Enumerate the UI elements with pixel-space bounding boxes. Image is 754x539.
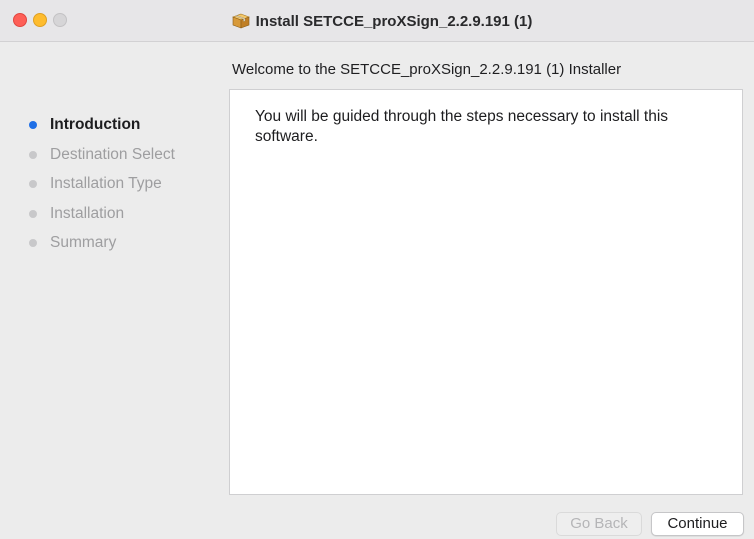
step-introduction: Introduction	[26, 113, 175, 143]
content-pane: You will be guided through the steps nec…	[229, 89, 743, 495]
step-dot-icon	[29, 150, 37, 159]
continue-button[interactable]: Continue	[651, 512, 744, 536]
step-summary: Summary	[26, 231, 175, 261]
title-bar: Install SETCCE_proXSign_2.2.9.191 (1)	[0, 0, 754, 42]
step-destination-select: Destination Select	[26, 143, 175, 173]
step-installation: Installation	[26, 202, 175, 232]
step-label: Summary	[50, 234, 117, 251]
step-dot-icon	[29, 239, 37, 247]
step-label: Installation Type	[50, 175, 162, 192]
step-label: Installation	[50, 204, 125, 222]
step-label: Destination Select	[50, 145, 175, 163]
window-title-group: Install SETCCE_proXSign_2.2.9.191 (1)	[0, 0, 754, 42]
window-title: Install SETCCE_proXSign_2.2.9.191 (1)	[255, 12, 533, 30]
step-installation-type: Installation Type	[26, 172, 175, 202]
package-icon	[231, 13, 250, 29]
step-dot-icon	[29, 209, 37, 218]
go-back-button[interactable]: Go Back	[556, 512, 642, 536]
welcome-heading: Welcome to the SETCCE_proXSign_2.2.9.191…	[232, 61, 622, 78]
step-label: Introduction	[50, 116, 141, 133]
active-step-dot-icon	[29, 121, 37, 129]
introduction-text: You will be guided through the steps nec…	[255, 108, 669, 145]
installer-steps-sidebar: Introduction Destination Select Installa…	[26, 113, 175, 261]
step-dot-icon	[29, 180, 37, 188]
